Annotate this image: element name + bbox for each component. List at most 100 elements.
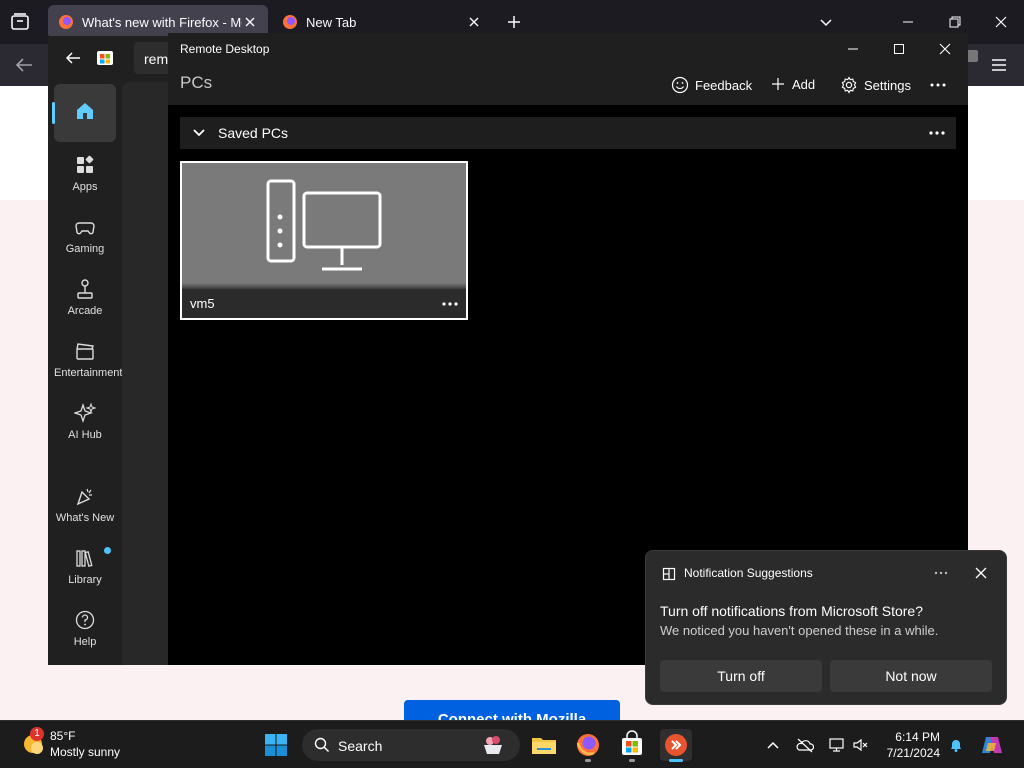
close-tab-icon[interactable] bbox=[466, 14, 482, 30]
plus-icon bbox=[772, 78, 784, 90]
weather-desc: Mostly sunny bbox=[50, 745, 121, 759]
home-icon bbox=[77, 103, 93, 119]
onedrive-offline-icon[interactable] bbox=[796, 737, 814, 753]
new-tab-plus-icon[interactable] bbox=[504, 12, 524, 32]
rd-command-bar: PCs Feedback Add Settings bbox=[168, 65, 968, 105]
add-label: Add bbox=[792, 76, 816, 92]
party-popper-icon bbox=[76, 488, 92, 506]
restore-icon[interactable] bbox=[943, 10, 967, 34]
clock-date[interactable]: 7/21/2024 bbox=[880, 746, 940, 760]
minimize-icon[interactable] bbox=[896, 10, 920, 34]
saved-pcs-group-header[interactable]: Saved PCs bbox=[180, 117, 956, 149]
notification-toast: Notification Suggestions Turn off notifi… bbox=[645, 550, 1007, 705]
taskbar-remote-desktop[interactable] bbox=[660, 729, 692, 762]
back-arrow-icon[interactable] bbox=[64, 50, 82, 66]
network-icon[interactable] bbox=[828, 737, 846, 753]
running-indicator bbox=[585, 759, 591, 762]
rd-title-bar: Remote Desktop bbox=[168, 33, 968, 65]
nav-help[interactable]: Help bbox=[54, 601, 116, 659]
nav-label: Help bbox=[73, 636, 97, 648]
copilot-icon[interactable] bbox=[980, 733, 1004, 757]
nav-ai-hub[interactable]: AI Hub bbox=[54, 394, 116, 452]
taskbar-file-explorer[interactable] bbox=[528, 729, 560, 761]
page-title: PCs bbox=[180, 73, 213, 92]
remote-desktop-icon bbox=[665, 734, 687, 756]
firefox-view-icon[interactable] bbox=[8, 10, 32, 34]
running-indicator bbox=[629, 759, 635, 762]
turn-off-button[interactable]: Turn off bbox=[660, 660, 822, 692]
folder-icon bbox=[532, 738, 556, 754]
add-button[interactable]: Add bbox=[770, 76, 815, 92]
desktop-computer-icon bbox=[266, 179, 382, 271]
volume-muted-icon[interactable] bbox=[852, 737, 870, 753]
nav-library[interactable]: Library bbox=[54, 539, 116, 597]
feedback-button[interactable]: Feedback bbox=[671, 76, 752, 94]
window-title: Remote Desktop bbox=[180, 42, 270, 56]
taskbar-firefox[interactable] bbox=[572, 729, 604, 762]
maximize-icon[interactable] bbox=[891, 41, 907, 57]
firefox-favicon-icon bbox=[283, 15, 297, 29]
apps-icon bbox=[77, 155, 94, 173]
nav-selected-indicator bbox=[52, 102, 55, 124]
clapperboard-icon bbox=[76, 343, 94, 360]
store-nav-rail: Apps Gaming Arcade Entertainment AI Hub … bbox=[48, 82, 122, 665]
group-label: Saved PCs bbox=[218, 125, 289, 141]
search-highlight-icon bbox=[484, 736, 502, 754]
gamepad-icon bbox=[75, 222, 95, 235]
taskbar-microsoft-store[interactable] bbox=[616, 729, 648, 762]
firefox-favicon-icon bbox=[59, 15, 73, 29]
nav-arcade[interactable]: Arcade bbox=[54, 270, 116, 328]
windows-taskbar: 1 85°F Mostly sunny Search 6:14 PM 7/21/… bbox=[0, 720, 1024, 768]
close-window-icon[interactable] bbox=[989, 10, 1013, 34]
nav-label: Gaming bbox=[65, 243, 105, 255]
nav-entertainment[interactable]: Entertainment bbox=[54, 332, 122, 390]
more-options-icon[interactable] bbox=[934, 571, 948, 575]
store-icon bbox=[622, 730, 642, 755]
list-all-tabs-icon[interactable] bbox=[816, 12, 836, 32]
search-placeholder: Search bbox=[338, 738, 383, 754]
help-icon bbox=[75, 610, 95, 630]
nav-whats-new[interactable]: What's New bbox=[54, 477, 116, 535]
weather-temp: 85°F bbox=[50, 729, 76, 743]
feedback-label: Feedback bbox=[695, 77, 753, 93]
store-logo-icon bbox=[97, 51, 113, 65]
nav-label: Library bbox=[68, 574, 102, 586]
more-options-icon[interactable] bbox=[929, 131, 945, 135]
sparkle-icon bbox=[74, 402, 96, 424]
chevron-up-icon[interactable] bbox=[764, 737, 782, 753]
nav-label: Entertainment bbox=[54, 367, 123, 379]
nav-home[interactable] bbox=[52, 84, 116, 142]
close-tab-icon[interactable] bbox=[242, 14, 258, 30]
update-badge-dot bbox=[104, 547, 111, 554]
minimize-icon[interactable] bbox=[845, 41, 861, 57]
back-arrow-icon[interactable] bbox=[12, 54, 36, 76]
nav-apps[interactable]: Apps bbox=[54, 146, 116, 204]
firefox-icon bbox=[576, 734, 599, 756]
toast-app-name: Notification Suggestions bbox=[684, 566, 813, 580]
joystick-icon bbox=[77, 279, 93, 299]
nav-gaming[interactable]: Gaming bbox=[54, 208, 116, 266]
tab-title: What's new with Firefox - More bbox=[82, 14, 242, 30]
more-options-icon[interactable] bbox=[930, 83, 946, 87]
nav-label: Apps bbox=[72, 181, 98, 193]
notification-bell-icon[interactable] bbox=[948, 737, 964, 753]
more-options-icon[interactable] bbox=[442, 302, 458, 306]
settings-label: Settings bbox=[864, 77, 911, 93]
pc-name: vm5 bbox=[190, 296, 215, 311]
toast-title: Turn off notifications from Microsoft St… bbox=[660, 603, 923, 619]
weather-alert-badge: 1 bbox=[30, 727, 44, 741]
clock-time[interactable]: 6:14 PM bbox=[894, 730, 940, 744]
settings-button[interactable]: Settings bbox=[840, 76, 911, 94]
pc-tile[interactable]: vm5 bbox=[180, 161, 468, 320]
close-window-icon[interactable] bbox=[937, 41, 953, 57]
pc-label-bar: vm5 bbox=[182, 289, 466, 318]
chevron-down-icon[interactable] bbox=[192, 126, 206, 140]
notification-suggestions-icon bbox=[662, 567, 676, 581]
taskbar-search-box[interactable]: Search bbox=[302, 729, 520, 761]
close-icon[interactable] bbox=[974, 566, 988, 580]
tab-title: New Tab bbox=[306, 14, 357, 30]
windows-start-icon[interactable] bbox=[264, 733, 288, 757]
hamburger-menu-icon[interactable] bbox=[988, 55, 1010, 75]
not-now-button[interactable]: Not now bbox=[830, 660, 992, 692]
nav-label: Arcade bbox=[67, 305, 103, 317]
